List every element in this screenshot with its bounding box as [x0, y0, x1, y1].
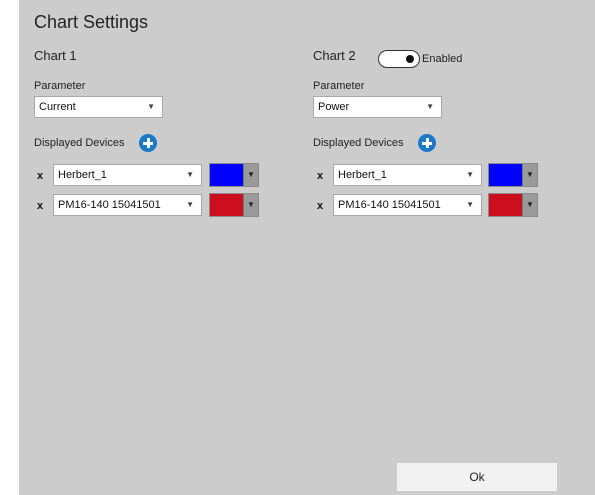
chart1-parameter-value: Current	[39, 101, 76, 113]
chart2-device-1-remove-icon[interactable]: x	[317, 170, 323, 182]
chart2-device-1-color-swatch	[489, 164, 522, 186]
dialog-title: Chart Settings	[34, 12, 149, 32]
chart2-parameter-value: Power	[318, 101, 350, 113]
chevron-down-icon: ▼	[186, 200, 194, 209]
chart2-title: Chart 2	[313, 48, 356, 63]
chart2-parameter-select[interactable]: Power ▼	[313, 96, 442, 118]
chart1-device-1-name: Herbert_1	[58, 169, 107, 181]
chart1-device-1-select[interactable]: Herbert_1 ▼	[53, 164, 202, 186]
chart2-device-2-name: PM16-140 15041501	[338, 199, 441, 211]
chart1-add-device-icon[interactable]	[139, 134, 157, 152]
chart1-device-2-select[interactable]: PM16-140 15041501 ▼	[53, 194, 202, 216]
chart1-device-1-remove-icon[interactable]: x	[37, 170, 43, 182]
chart1-parameter-select[interactable]: Current ▼	[34, 96, 163, 118]
chart2-device-1-select[interactable]: Herbert_1 ▼	[333, 164, 482, 186]
chart1-device-2-color-picker[interactable]: ▼	[209, 193, 259, 217]
chart1-device-2-name: PM16-140 15041501	[58, 199, 161, 211]
chevron-down-icon[interactable]: ▼	[243, 164, 258, 186]
toggle-knob	[406, 55, 414, 63]
chart1-parameter-label: Parameter	[34, 80, 86, 92]
chart1-device-2-remove-icon[interactable]: x	[37, 200, 43, 212]
chart2-enabled-toggle[interactable]	[378, 50, 420, 68]
chart2-device-1-color-picker[interactable]: ▼	[488, 163, 538, 187]
chart2-device-2-color-swatch	[489, 194, 522, 216]
chart2-device-1-name: Herbert_1	[338, 169, 387, 181]
chart2-device-2-select[interactable]: PM16-140 15041501 ▼	[333, 194, 482, 216]
chart1-device-2-color-swatch	[210, 194, 243, 216]
chart2-add-device-icon[interactable]	[418, 134, 436, 152]
chart1-title: Chart 1	[34, 48, 77, 63]
chevron-down-icon: ▼	[466, 200, 474, 209]
chevron-down-icon[interactable]: ▼	[522, 164, 537, 186]
chevron-down-icon: ▼	[426, 102, 434, 111]
chart1-devices-label: Displayed Devices	[34, 137, 125, 149]
chevron-down-icon: ▼	[147, 102, 155, 111]
chevron-down-icon: ▼	[466, 170, 474, 179]
chart2-devices-label: Displayed Devices	[313, 137, 404, 149]
chevron-down-icon[interactable]: ▼	[522, 194, 537, 216]
chart1-device-1-color-picker[interactable]: ▼	[209, 163, 259, 187]
ok-button[interactable]: Ok	[397, 463, 557, 491]
chart2-device-2-remove-icon[interactable]: x	[317, 200, 323, 212]
chart2-parameter-label: Parameter	[313, 80, 365, 92]
chart2-enabled-label: Enabled	[422, 53, 463, 65]
chevron-down-icon: ▼	[186, 170, 194, 179]
chevron-down-icon[interactable]: ▼	[243, 194, 258, 216]
chart2-device-2-color-picker[interactable]: ▼	[488, 193, 538, 217]
chart-settings-dialog: Chart Settings Chart 1 Parameter Current…	[19, 0, 595, 495]
chart1-device-1-color-swatch	[210, 164, 243, 186]
